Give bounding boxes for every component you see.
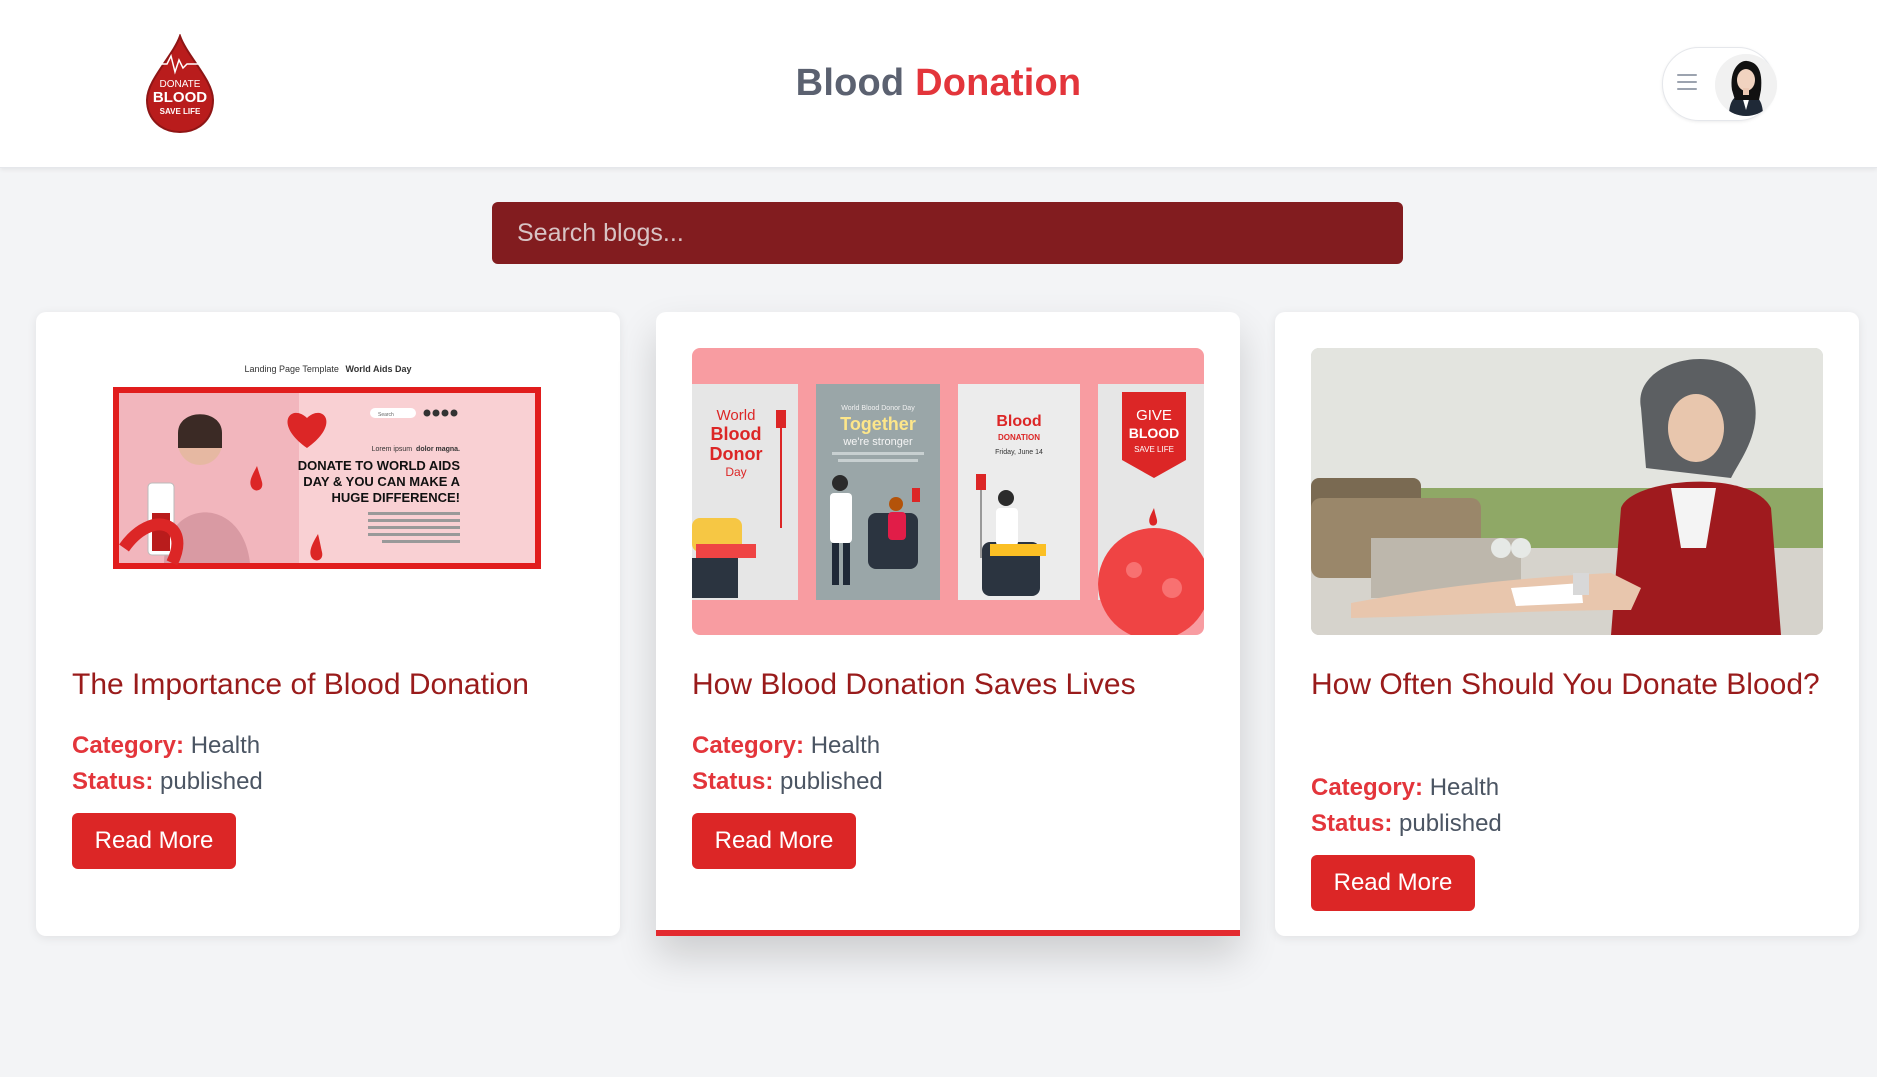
blog-card-title[interactable]: How Blood Donation Saves Lives xyxy=(692,664,1204,706)
logo-text-save-life: SAVE LIFE xyxy=(160,107,201,116)
blog-card-image xyxy=(1311,348,1823,635)
status-value: published xyxy=(1399,810,1502,837)
svg-text:Blood: Blood xyxy=(711,424,762,444)
category-label: Category: xyxy=(72,732,185,759)
svg-text:Together: Together xyxy=(840,414,916,434)
category-label: Category: xyxy=(692,732,805,759)
status-label: Status: xyxy=(72,768,154,795)
svg-text:DONATION: DONATION xyxy=(998,433,1040,442)
svg-text:Friday, June 14: Friday, June 14 xyxy=(995,449,1043,456)
svg-text:BLOOD: BLOOD xyxy=(1129,425,1180,441)
user-avatar[interactable] xyxy=(1715,54,1777,116)
svg-text:DAY & YOU CAN MAKE A: DAY & YOU CAN MAKE A xyxy=(303,474,460,489)
blog-card-status: Status: published xyxy=(72,764,263,800)
blog-card-title[interactable]: The Importance of Blood Donation xyxy=(72,664,584,706)
blog-card-category: Category: Health xyxy=(692,728,880,764)
site-title: Blood Donation xyxy=(0,62,1877,105)
hamburger-menu-icon[interactable] xyxy=(1677,74,1697,92)
status-label: Status: xyxy=(692,768,774,795)
svg-text:GIVE: GIVE xyxy=(1136,407,1172,424)
read-more-button[interactable]: Read More xyxy=(1311,855,1475,911)
svg-text:we're stronger: we're stronger xyxy=(842,436,913,448)
category-value: Health xyxy=(1429,774,1500,801)
svg-text:Blood: Blood xyxy=(996,413,1041,430)
blog-card: Landing Page Template World Aids Day Sea… xyxy=(36,312,620,936)
svg-text:SAVE LIFE: SAVE LIFE xyxy=(1134,445,1174,454)
svg-text:DONATE TO WORLD AIDS: DONATE TO WORLD AIDS xyxy=(298,458,461,473)
category-label: Category: xyxy=(1311,774,1424,801)
blog-card-image: World Blood Donor Day World Blood Donor … xyxy=(692,348,1204,635)
site-header: DONATE BLOOD SAVE LIFE Blood Donation xyxy=(0,0,1877,168)
blog-card: World Blood Donor Day World Blood Donor … xyxy=(656,312,1240,936)
svg-text:Lorem ipsum dolor magn: Lorem ipsum dolor magna. xyxy=(372,446,460,453)
blog-card-category: Category: Health xyxy=(1311,770,1499,806)
site-title-blood: Blood xyxy=(795,62,905,104)
blog-card-image: Landing Page Template World Aids Day Sea… xyxy=(72,348,584,635)
svg-text:Search: Search xyxy=(378,412,394,418)
search-input[interactable] xyxy=(492,202,1403,264)
svg-text:HUGE DIFFERENCE!: HUGE DIFFERENCE! xyxy=(331,490,460,505)
svg-text:World Blood Donor Day: World Blood Donor Day xyxy=(841,405,915,412)
user-menu-button[interactable] xyxy=(1662,47,1777,121)
svg-text:Day: Day xyxy=(725,465,746,479)
site-title-donation: Donation xyxy=(915,62,1082,104)
status-value: published xyxy=(160,768,263,795)
svg-text:Landing Page Template: Landing Page Template World Aids Day xyxy=(245,364,412,374)
svg-text:World: World xyxy=(717,407,756,424)
category-value: Health xyxy=(810,732,881,759)
blog-card-status: Status: published xyxy=(692,764,883,800)
status-value: published xyxy=(780,768,883,795)
svg-text:Donor: Donor xyxy=(710,444,763,464)
read-more-button[interactable]: Read More xyxy=(72,813,236,869)
status-label: Status: xyxy=(1311,810,1393,837)
blog-card-category: Category: Health xyxy=(72,728,260,764)
blog-card: How Often Should You Donate Blood? Categ… xyxy=(1275,312,1859,936)
read-more-button[interactable]: Read More xyxy=(692,813,856,869)
category-value: Health xyxy=(190,732,261,759)
blog-card-title[interactable]: How Often Should You Donate Blood? xyxy=(1311,664,1823,706)
blog-card-status: Status: published xyxy=(1311,806,1502,842)
